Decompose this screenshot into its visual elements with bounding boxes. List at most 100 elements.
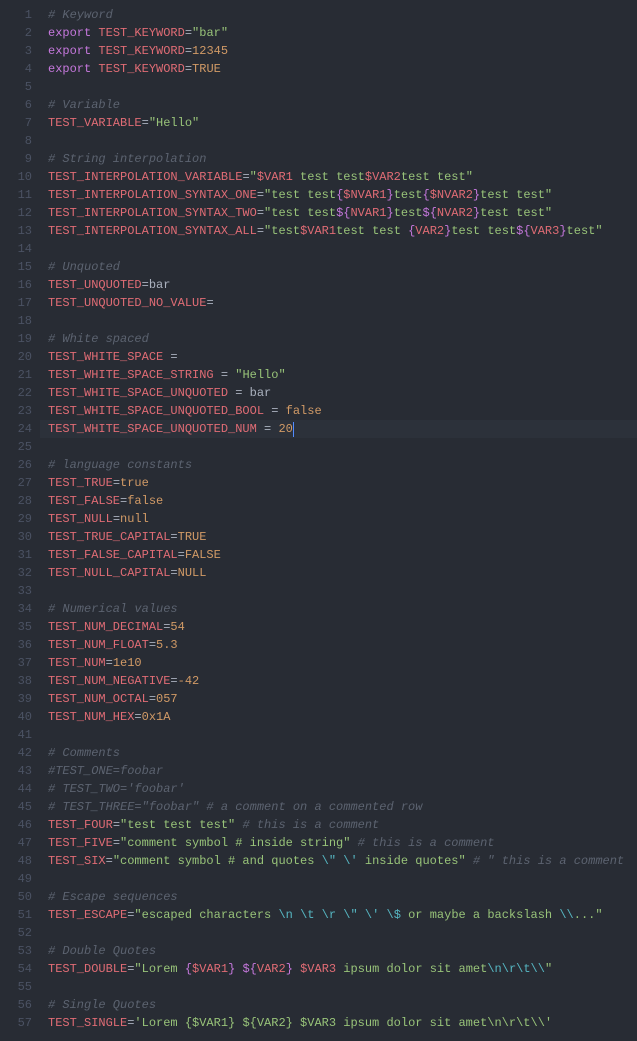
token-punct: =	[113, 512, 120, 526]
token-keyword: export	[48, 44, 91, 58]
code-line[interactable]: TEST_FIVE="comment symbol # inside strin…	[40, 834, 637, 852]
code-line[interactable]: # TEST_THREE="foobar" # a comment on a c…	[40, 798, 637, 816]
code-line[interactable]: TEST_WHITE_SPACE =	[40, 348, 637, 366]
code-line[interactable]: TEST_SINGLE='Lorem {$VAR1} ${VAR2} $VAR3…	[40, 1014, 637, 1032]
code-line[interactable]: TEST_WHITE_SPACE_UNQUOTED = bar	[40, 384, 637, 402]
code-line[interactable]: TEST_NULL=null	[40, 510, 637, 528]
line-number: 56	[0, 996, 40, 1014]
token-string: "	[250, 170, 257, 184]
code-line[interactable]: TEST_NUM_DECIMAL=54	[40, 618, 637, 636]
code-line[interactable]: export TEST_KEYWORD="bar"	[40, 24, 637, 42]
token-string	[379, 908, 386, 922]
code-line[interactable]: # TEST_TWO='foobar'	[40, 780, 637, 798]
code-line[interactable]: # Numerical values	[40, 600, 637, 618]
token-interp: $VAR2	[365, 170, 401, 184]
code-line[interactable]: TEST_ESCAPE="escaped characters \n \t \r…	[40, 906, 637, 924]
code-line[interactable]	[40, 438, 637, 456]
code-line[interactable]	[40, 78, 637, 96]
token-punct: =	[257, 206, 264, 220]
code-line[interactable]: TEST_NUM_HEX=0x1A	[40, 708, 637, 726]
code-line[interactable]	[40, 240, 637, 258]
token-string	[358, 908, 365, 922]
code-line[interactable]: TEST_TRUE=true	[40, 474, 637, 492]
code-line[interactable]: # Comments	[40, 744, 637, 762]
code-line[interactable]	[40, 132, 637, 150]
code-line[interactable]: TEST_FALSE=false	[40, 492, 637, 510]
code-line[interactable]: TEST_INTERPOLATION_SYNTAX_ONE="test test…	[40, 186, 637, 204]
code-line[interactable]: TEST_INTERPOLATION_VARIABLE="$VAR1 test …	[40, 168, 637, 186]
code-line[interactable]: #TEST_ONE=foobar	[40, 762, 637, 780]
code-line[interactable]: TEST_NULL_CAPITAL=NULL	[40, 564, 637, 582]
code-line[interactable]: # Keyword	[40, 6, 637, 24]
line-number: 57	[0, 1014, 40, 1032]
token-punct: =	[185, 62, 192, 76]
code-line[interactable]: TEST_NUM_FLOAT=5.3	[40, 636, 637, 654]
token-keyword: export	[48, 26, 91, 40]
code-line[interactable]	[40, 582, 637, 600]
code-line[interactable]	[40, 924, 637, 942]
code-line[interactable]: TEST_DOUBLE="Lorem {$VAR1} ${VAR2} $VAR3…	[40, 960, 637, 978]
token-var: TEST_ESCAPE	[48, 908, 127, 922]
token-num: 20	[278, 422, 292, 436]
code-line[interactable]: TEST_NUM_NEGATIVE=-42	[40, 672, 637, 690]
token-string: test	[394, 188, 423, 202]
code-line[interactable]: # Escape sequences	[40, 888, 637, 906]
token-brace: ${	[336, 206, 350, 220]
code-line[interactable]: TEST_INTERPOLATION_SYNTAX_ALL="test$VAR1…	[40, 222, 637, 240]
code-line[interactable]: # Double Quotes	[40, 942, 637, 960]
code-line[interactable]: TEST_WHITE_SPACE_UNQUOTED_NUM = 20	[40, 420, 637, 438]
line-number: 25	[0, 438, 40, 456]
token-comment: # Double Quotes	[48, 944, 156, 958]
code-line[interactable]	[40, 726, 637, 744]
token-string: test	[394, 206, 423, 220]
token-string: "Hello"	[149, 116, 199, 130]
code-line[interactable]: # White spaced	[40, 330, 637, 348]
token-string: ..."	[574, 908, 603, 922]
line-number: 18	[0, 312, 40, 330]
code-line[interactable]: TEST_NUM_OCTAL=057	[40, 690, 637, 708]
code-line[interactable]	[40, 978, 637, 996]
token-string: test test	[336, 224, 408, 238]
code-line[interactable]: TEST_SIX="comment symbol # and quotes \"…	[40, 852, 637, 870]
code-editor[interactable]: 1234567891011121314151617181920212223242…	[0, 0, 637, 1032]
token-escape: \n\r\t\\	[487, 962, 545, 976]
code-line[interactable]: # Single Quotes	[40, 996, 637, 1014]
line-number: 37	[0, 654, 40, 672]
code-line[interactable]: TEST_FALSE_CAPITAL=FALSE	[40, 546, 637, 564]
token-const: TRUE	[178, 530, 207, 544]
code-line[interactable]: # Unquoted	[40, 258, 637, 276]
token-string: "comment symbol # inside string"	[120, 836, 350, 850]
line-number: 47	[0, 834, 40, 852]
code-line[interactable]: export TEST_KEYWORD=12345	[40, 42, 637, 60]
code-line[interactable]	[40, 312, 637, 330]
code-line[interactable]	[40, 870, 637, 888]
code-line[interactable]: TEST_VARIABLE="Hello"	[40, 114, 637, 132]
token-string: "comment symbol # and quotes	[113, 854, 322, 868]
token-comment: # Escape sequences	[48, 890, 178, 904]
code-line[interactable]: TEST_UNQUOTED=bar	[40, 276, 637, 294]
code-line[interactable]: # Variable	[40, 96, 637, 114]
code-area[interactable]: # Keywordexport TEST_KEYWORD="bar"export…	[40, 6, 637, 1032]
token-var: TEST_VARIABLE	[48, 116, 142, 130]
token-string: "Hello"	[235, 368, 285, 382]
code-line[interactable]: # language constants	[40, 456, 637, 474]
code-line[interactable]: TEST_UNQUOTED_NO_VALUE=	[40, 294, 637, 312]
token-punct: =	[206, 296, 213, 310]
token-escape: \"	[343, 908, 357, 922]
code-line[interactable]: # String interpolation	[40, 150, 637, 168]
code-line[interactable]: TEST_NUM=1e10	[40, 654, 637, 672]
token-string	[293, 908, 300, 922]
code-line[interactable]: export TEST_KEYWORD=TRUE	[40, 60, 637, 78]
token-string: or maybe a backslash	[401, 908, 559, 922]
line-number: 46	[0, 816, 40, 834]
code-line[interactable]: TEST_INTERPOLATION_SYNTAX_TWO="test test…	[40, 204, 637, 222]
code-line[interactable]: TEST_TRUE_CAPITAL=TRUE	[40, 528, 637, 546]
token-escape: \"	[322, 854, 336, 868]
token-var: TEST_KEYWORD	[98, 44, 184, 58]
code-line[interactable]: TEST_WHITE_SPACE_UNQUOTED_BOOL = false	[40, 402, 637, 420]
token-comment: # " this is a comment	[473, 854, 624, 868]
code-line[interactable]: TEST_FOUR="test test test" # this is a c…	[40, 816, 637, 834]
token-punct: =	[170, 350, 177, 364]
code-line[interactable]: TEST_WHITE_SPACE_STRING = "Hello"	[40, 366, 637, 384]
token-default	[257, 422, 264, 436]
